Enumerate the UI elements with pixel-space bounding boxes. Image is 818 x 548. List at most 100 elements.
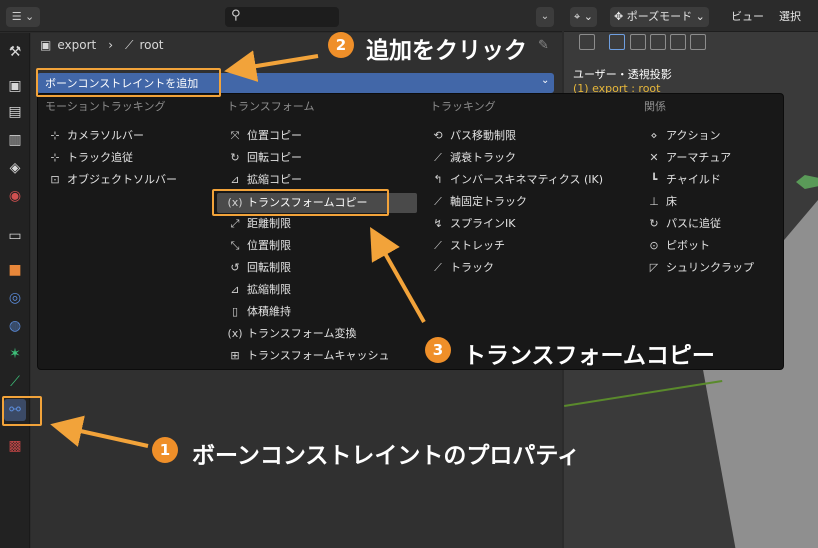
menu-item-label: 回転コピー [247, 151, 302, 164]
properties-tab-strip: ⚒ ▣ ▤ ▥ ◈ ◉ ▭ ■ ◎ ◍ ✶ ⟋ ⚯ ▩ [0, 33, 30, 548]
select-mode-extend-icon[interactable] [630, 34, 646, 50]
maintain-volume-icon: ▯ [231, 305, 239, 318]
menu-item-limit-scale[interactable]: ⊿ 拡縮制限 [227, 280, 291, 300]
menu-item-spline-ik[interactable]: ↯ スプラインIK [430, 214, 515, 234]
menu-item-pivot[interactable]: ⊙ ピボット [646, 236, 710, 256]
transform-cache-icon: ⊞ [230, 349, 240, 362]
damped-track-icon: ⟋ [434, 151, 442, 164]
armature-data-tab-icon[interactable]: ✶ [4, 343, 26, 365]
collection-tab-icon[interactable]: ▭ [4, 225, 26, 247]
menu-item-camera-solver[interactable]: ⊹ カメラソルバー [47, 126, 144, 146]
menu-item-label: 位置制限 [247, 239, 291, 252]
chevron-down-icon: ⌄ [540, 11, 550, 22]
texture-tab-icon[interactable]: ▩ [4, 435, 26, 457]
menu-item-copy-scale[interactable]: ⊿ 拡縮コピー [227, 170, 302, 190]
step-badge-2: 2 [328, 32, 354, 58]
menu-item-label: カメラソルバー [67, 129, 144, 142]
pin-icon[interactable]: ✎ [538, 38, 549, 53]
menu-column-header: 関係 [644, 100, 666, 113]
menu-item-locked-track[interactable]: ⟋ 軸固定トラック [430, 192, 527, 212]
view-menu[interactable]: ビュー [731, 8, 764, 24]
menu-item-copy-rotation[interactable]: ↻ 回転コピー [227, 148, 302, 168]
tool-tab-icon[interactable]: ⚒ [4, 41, 26, 63]
menu-item-action[interactable]: ⋄ アクション [646, 126, 721, 146]
select-mode-intersect-icon[interactable] [690, 34, 706, 50]
object-tab-icon[interactable]: ■ [4, 259, 26, 281]
world-tab-icon[interactable]: ◉ [4, 185, 26, 207]
object-solver-icon: ⊡ [50, 173, 60, 186]
mode-selector[interactable]: ✥ ポーズモード ⌄ [610, 7, 709, 27]
menu-item-object-solver[interactable]: ⊡ オブジェクトソルバー [47, 170, 177, 190]
menu-item-maintain-volume[interactable]: ▯ 体積維持 [227, 302, 291, 322]
menu-item-label: トラック [450, 261, 494, 274]
select-box-tool-icon[interactable] [579, 34, 595, 50]
floor-icon: ⊥ [649, 195, 659, 208]
menu-item-stretch-to[interactable]: ⟋ ストレッチ [430, 236, 505, 256]
render-tab-icon[interactable]: ▣ [4, 75, 26, 97]
menu-item-label: シュリンクラップ [666, 261, 754, 274]
menu-item-copy-location[interactable]: ⤧ 位置コピー [227, 126, 302, 146]
bone-tab-icon[interactable]: ⟋ [4, 371, 26, 393]
menu-item-label: 位置コピー [247, 129, 302, 142]
header-collapse-button[interactable]: ⌄ [536, 7, 554, 27]
menu-item-armature[interactable]: ✕ アーマチュア [646, 148, 731, 168]
menu-item-limit-distance[interactable]: ⤢ 距離制限 [227, 214, 291, 234]
action-icon: ⋄ [650, 129, 658, 142]
modifier-tab-icon[interactable]: ◎ [4, 287, 26, 309]
menu-item-track-to[interactable]: ⟋ トラック [430, 258, 494, 278]
output-tab-icon[interactable]: ▤ [4, 101, 26, 123]
menu-item-limit-rotation[interactable]: ↺ 回転制限 [227, 258, 291, 278]
select-mode-new-icon[interactable] [609, 34, 625, 50]
menu-item-clamp-to[interactable]: ⟲ パス移動制限 [430, 126, 516, 146]
chevron-down-icon: ⌄ [692, 10, 705, 23]
child-of-icon: ┗ [650, 173, 658, 186]
limit-scale-icon: ⊿ [230, 283, 240, 296]
breadcrumb: ▣ export › ⟋ root [40, 38, 170, 56]
menu-item-label: パスに追従 [666, 217, 721, 230]
viewport-editor-type-button[interactable]: ⌖ ⌄ [570, 7, 597, 27]
limit-location-icon: ⤡ [230, 239, 240, 252]
menu-item-label: 拡縮コピー [247, 173, 302, 186]
menu-item-label: インバースキネマティクス (IK) [450, 173, 603, 186]
menu-item-limit-location[interactable]: ⤡ 位置制限 [227, 236, 291, 256]
menu-item-damped-track[interactable]: ⟋ 減衰トラック [430, 148, 516, 168]
limit-distance-icon: ⤢ [230, 217, 240, 230]
menu-item-label: 軸固定トラック [450, 195, 527, 208]
mode-label: ポーズモード [626, 10, 693, 23]
menu-item-label: トランスフォームキャッシュ [247, 349, 390, 362]
menu-item-inverse-kinematics[interactable]: ↰ インバースキネマティクス (IK) [430, 170, 603, 190]
menu-item-child-of[interactable]: ┗ チャイルド [646, 170, 721, 190]
menu-item-transformation[interactable]: (x) トランスフォーム変換 [227, 324, 356, 344]
stretch-to-icon: ⟋ [434, 239, 442, 252]
bone-icon: ⟋ [125, 38, 134, 52]
spline-ik-icon: ↯ [433, 217, 443, 230]
step-text-1: ボーンコンストレイントのプロパティ [192, 443, 581, 469]
menu-column-header: トラッキング [430, 100, 496, 113]
menu-item-transform-cache[interactable]: ⊞ トランスフォームキャッシュ [227, 346, 389, 366]
view-layer-tab-icon[interactable]: ▥ [4, 129, 26, 151]
menu-item-label: パス移動制限 [450, 129, 516, 142]
menu-item-floor[interactable]: ⊥ 床 [646, 192, 677, 212]
copy-location-icon: ⤧ [230, 129, 240, 142]
menu-item-label: 体積維持 [247, 305, 291, 318]
menu-item-shrinkwrap[interactable]: ◸ シュリンクラップ [646, 258, 754, 278]
step-badge-1: 1 [152, 437, 178, 463]
menu-item-label: 距離制限 [247, 217, 291, 230]
step-badge-3: 3 [425, 337, 451, 363]
editor-type-button[interactable]: ☰ ⌄ [6, 7, 40, 27]
chevron-down-icon: ⌄ [541, 75, 550, 86]
menu-item-follow-track[interactable]: ⊹ トラック追従 [47, 148, 133, 168]
menu-item-label: オブジェクトソルバー [67, 173, 177, 186]
scene-tab-icon[interactable]: ◈ [4, 157, 26, 179]
menu-item-label: チャイルド [666, 173, 721, 186]
select-mode-subtract-icon[interactable] [650, 34, 666, 50]
menu-item-follow-path[interactable]: ↻ パスに追従 [646, 214, 721, 234]
breadcrumb-armature: export [57, 38, 97, 52]
follow-track-icon: ⊹ [50, 151, 60, 164]
follow-path-icon: ↻ [649, 217, 659, 230]
physics-tab-icon[interactable]: ◍ [4, 315, 26, 337]
menu-item-label: 床 [666, 195, 677, 208]
select-mode-invert-icon[interactable] [670, 34, 686, 50]
menu-column-header: トランスフォーム [227, 100, 315, 113]
select-menu[interactable]: 選択 [779, 8, 801, 24]
